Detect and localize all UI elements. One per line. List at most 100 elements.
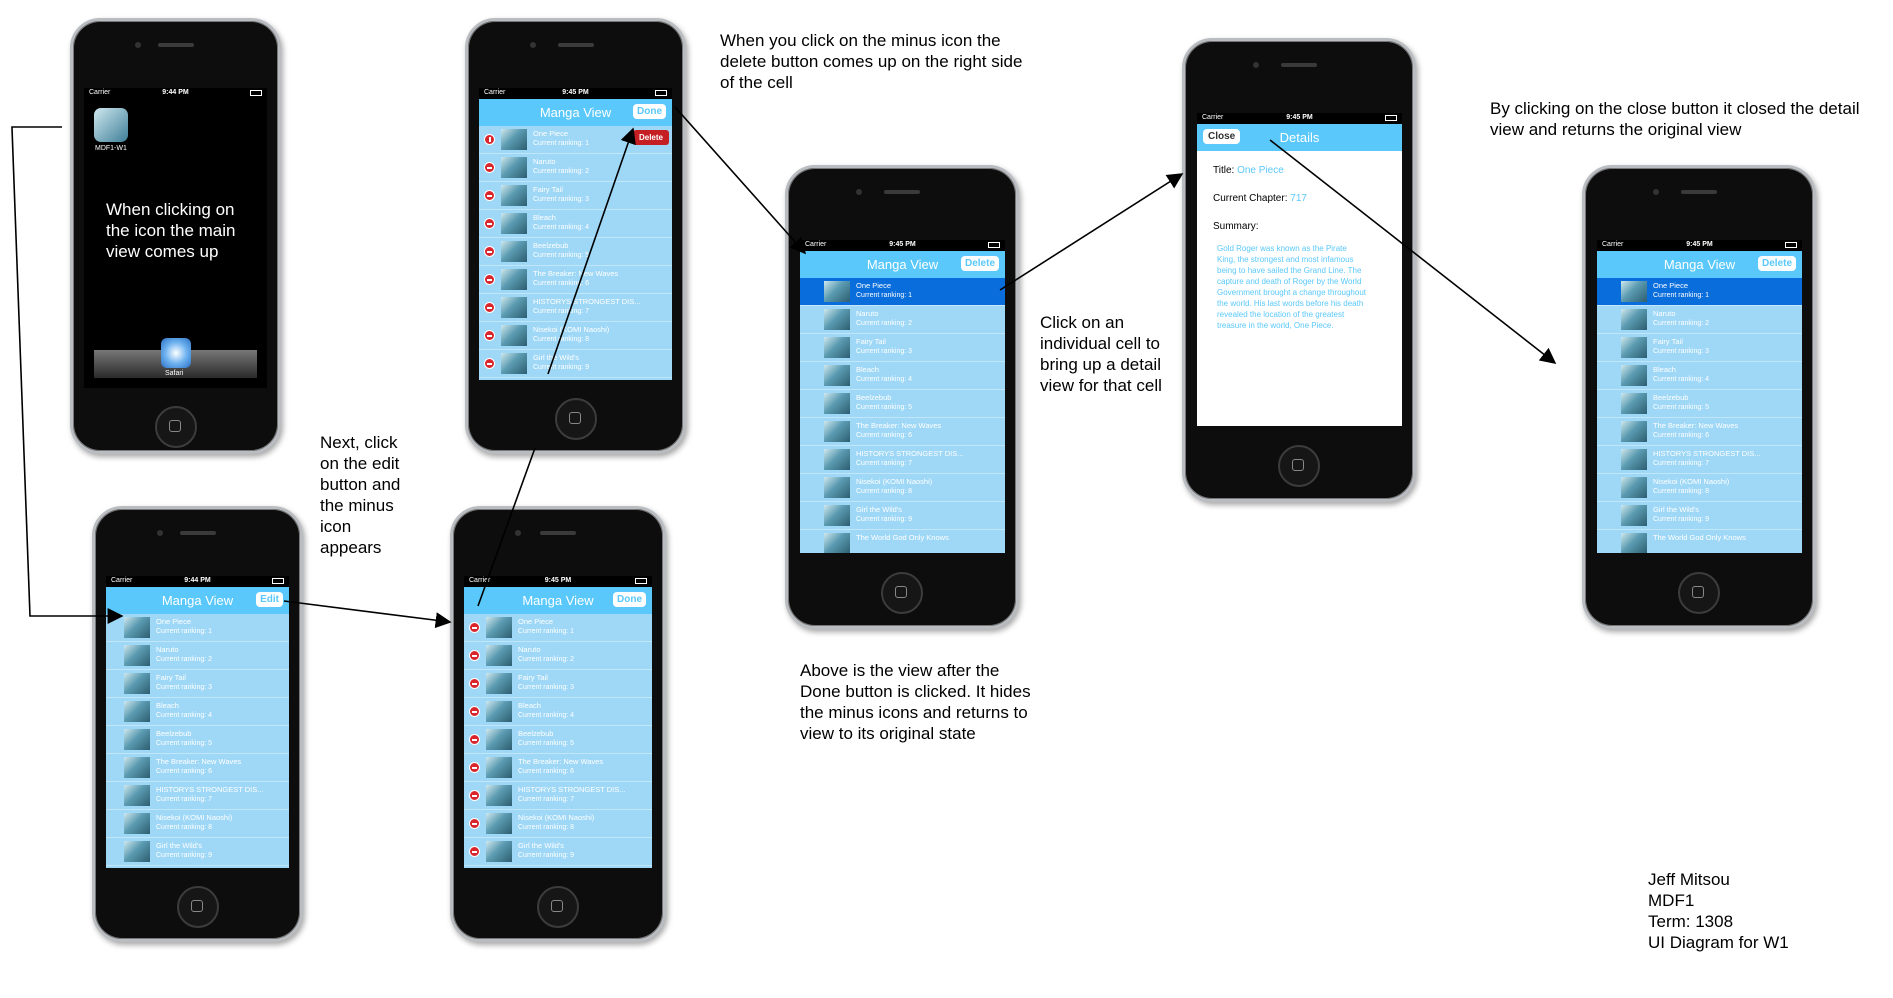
cell-ranking: Current ranking: 5 (856, 404, 913, 411)
home-button[interactable] (537, 886, 579, 928)
minus-icon[interactable] (484, 358, 495, 369)
table-row[interactable]: Girl the Wild's Current ranking: 9 (1597, 502, 1802, 530)
cell-title: Beelzebub (533, 241, 569, 250)
table-row[interactable]: The Breaker: New Waves Current ranking: 6 (464, 754, 652, 782)
table-row[interactable]: HISTORYS STRONGEST DIS... Current ranking… (1597, 446, 1802, 474)
home-button[interactable] (554, 398, 597, 440)
table-row[interactable]: Girl the Wild's Current ranking: 9 (479, 350, 672, 378)
minus-icon[interactable] (484, 330, 495, 341)
cell-ranking: Current ranking: 2 (518, 656, 575, 663)
minus-icon[interactable] (469, 734, 480, 745)
minus-icon[interactable] (484, 190, 495, 201)
table-row[interactable]: One Piece Current ranking: 1 (800, 278, 1005, 306)
table-row[interactable]: Naruto Current ranking: 2 (800, 306, 1005, 334)
table-row[interactable]: HISTORYS STRONGEST DIS... Current ranking… (479, 294, 672, 322)
credit-name: Jeff Mitsou (1648, 870, 1730, 889)
home-button[interactable] (154, 406, 197, 448)
manga-thumbnail (824, 281, 850, 302)
table-row[interactable]: Bleach Current ranking: 4 (479, 210, 672, 238)
table-row[interactable]: Girl the Wild's Current ranking: 9 (464, 838, 652, 866)
minus-icon[interactable] (484, 274, 495, 285)
table-row[interactable]: Naruto Current ranking: 2 (479, 154, 672, 182)
table-row[interactable]: Girl the Wild's Current ranking: 9 (800, 502, 1005, 530)
table-row[interactable]: The Breaker: New Waves Current ranking: 6 (106, 754, 289, 782)
close-button[interactable]: Close (1203, 129, 1241, 144)
status-bar: Carrier 9:45 PM (479, 88, 672, 99)
minus-icon[interactable] (484, 134, 495, 145)
home-button[interactable] (1278, 445, 1320, 487)
cell-title: Girl the Wild's (518, 841, 565, 850)
table-row[interactable]: One Piece Current ranking: 1 (106, 614, 289, 642)
table-row[interactable]: Fairy Tail Current ranking: 3 (800, 334, 1005, 362)
minus-icon[interactable] (484, 162, 495, 173)
table-row[interactable]: Naruto Current ranking: 2 (1597, 306, 1802, 334)
minus-icon[interactable] (469, 678, 480, 689)
table-row[interactable]: Beelzebub Current ranking: 5 (106, 726, 289, 754)
manga-thumbnail (486, 701, 512, 722)
table-row[interactable]: Nisekoi (KOMI Naoshi) Current ranking: 8 (106, 810, 289, 838)
minus-icon[interactable] (484, 218, 495, 229)
minus-icon[interactable] (469, 818, 480, 829)
delete-nav-button[interactable]: Delete (960, 256, 999, 271)
edit-button[interactable]: Edit (256, 592, 283, 607)
home-button[interactable] (176, 886, 219, 928)
home-button[interactable] (1678, 572, 1720, 614)
table-row[interactable]: Fairy Tail Current ranking: 3 (106, 670, 289, 698)
table-row[interactable]: Bleach Current ranking: 4 (800, 362, 1005, 390)
table-row[interactable]: The Breaker: New Waves Current ranking: 6 (1597, 418, 1802, 446)
cell-title: Naruto (156, 645, 179, 654)
table-row[interactable]: Nisekoi (KOMI Naoshi) Current ranking: 8 (464, 810, 652, 838)
table-row[interactable]: The World God Only Knows (106, 866, 289, 868)
minus-icon[interactable] (484, 302, 495, 313)
table-row[interactable]: Nisekoi (KOMI Naoshi) Current ranking: 8 (800, 474, 1005, 502)
cell-delete-button[interactable]: Delete (632, 130, 669, 145)
minus-icon[interactable] (469, 762, 480, 773)
table-row[interactable]: Naruto Current ranking: 2 (464, 642, 652, 670)
home-button[interactable] (881, 572, 923, 614)
table-row[interactable]: The Breaker: New Waves Current ranking: 6 (800, 418, 1005, 446)
safari-icon[interactable] (161, 338, 191, 368)
table-row[interactable]: Nisekoi (KOMI Naoshi) Current ranking: 8 (1597, 474, 1802, 502)
manga-thumbnail (1621, 421, 1647, 442)
table-row[interactable]: Beelzebub Current ranking: 5 (1597, 390, 1802, 418)
table-row[interactable]: One Piece Current ranking: 1 Delete (479, 126, 672, 154)
table-row[interactable]: One Piece Current ranking: 1 (464, 614, 652, 642)
table-row[interactable]: Fairy Tail Current ranking: 3 (1597, 334, 1802, 362)
table-row[interactable]: The Breaker: New Waves Current ranking: 6 (479, 266, 672, 294)
delete-nav-button[interactable]: Delete (1757, 256, 1796, 271)
minus-icon[interactable] (469, 622, 480, 633)
table-row[interactable]: Beelzebub Current ranking: 5 (800, 390, 1005, 418)
done-button[interactable]: Done (613, 592, 646, 607)
table-row[interactable]: HISTORYS STRONGEST DIS... Current ranking… (464, 782, 652, 810)
table-row[interactable]: Fairy Tail Current ranking: 3 (464, 670, 652, 698)
table-row[interactable]: The World God Only Knows (1597, 530, 1802, 553)
table-row[interactable]: Fairy Tail Current ranking: 3 (479, 182, 672, 210)
table-row[interactable]: One Piece Current ranking: 1 (1597, 278, 1802, 306)
minus-icon[interactable] (469, 706, 480, 717)
minus-icon[interactable] (484, 246, 495, 257)
cell-title: One Piece (1653, 281, 1689, 290)
phone-detail-view: Carrier 9:45 PM Close Details Title: One P… (1182, 38, 1416, 502)
table-row[interactable]: Beelzebub Current ranking: 5 (479, 238, 672, 266)
table-row[interactable]: Naruto Current ranking: 2 (106, 642, 289, 670)
minus-icon[interactable] (469, 650, 480, 661)
cell-title: One Piece (518, 617, 554, 626)
table-row[interactable]: HISTORYS STRONGEST DIS... Current ranking… (800, 446, 1005, 474)
done-button[interactable]: Done (633, 104, 666, 119)
table-row[interactable]: HISTORYS STRONGEST DIS... Current ranking… (106, 782, 289, 810)
minus-icon[interactable] (469, 790, 480, 801)
table-row[interactable]: The World God Only Knows (479, 378, 672, 380)
table-row[interactable]: Bleach Current ranking: 4 (106, 698, 289, 726)
credits: Jeff Mitsou MDF1 Term: 1308 UI Diagram f… (1648, 869, 1789, 953)
table-row[interactable]: Beelzebub Current ranking: 5 (464, 726, 652, 754)
table-row[interactable]: Bleach Current ranking: 4 (464, 698, 652, 726)
cell-ranking: Current ranking: 4 (533, 224, 590, 231)
table-row[interactable]: The World God Only Knows (464, 866, 652, 868)
table-row[interactable]: The World God Only Knows (800, 530, 1005, 553)
app-icon[interactable] (94, 108, 128, 142)
table-row[interactable]: Nisekoi (KOMI Naoshi) Current ranking: 8 (479, 322, 672, 350)
manga-thumbnail (1621, 449, 1647, 470)
minus-icon[interactable] (469, 846, 480, 857)
table-row[interactable]: Bleach Current ranking: 4 (1597, 362, 1802, 390)
table-row[interactable]: Girl the Wild's Current ranking: 9 (106, 838, 289, 866)
